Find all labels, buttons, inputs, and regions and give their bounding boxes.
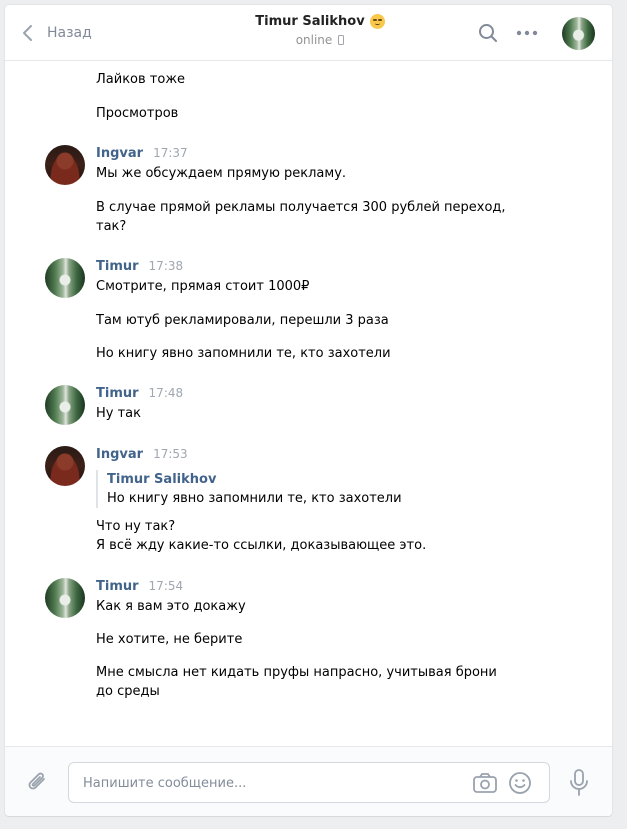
message-input[interactable]: [83, 773, 453, 793]
reply-author: Timur Salikhov: [107, 472, 217, 487]
avatar[interactable]: [45, 258, 85, 298]
chat-header: Назад Timur Salikhov online: [5, 5, 612, 61]
search-button[interactable]: [476, 21, 500, 45]
message-text: Как я вам это докажу: [96, 599, 246, 614]
more-horizontal-icon: [516, 30, 538, 36]
chat-window: Назад Timur Salikhov online Лайков тоже …: [5, 5, 612, 816]
avatar[interactable]: [45, 578, 85, 618]
peer-status: online: [295, 33, 333, 47]
emoji-button[interactable]: [508, 771, 532, 795]
message-time[interactable]: 17:54: [149, 579, 184, 593]
peer-avatar[interactable]: [562, 17, 595, 50]
author-line: Timur 17:38: [96, 259, 183, 277]
author-line: Ingvar 17:53: [96, 447, 188, 465]
attach-button[interactable]: [25, 769, 51, 795]
peer-info[interactable]: Timur Salikhov online: [185, 14, 455, 48]
message-text: Ну так: [96, 406, 141, 421]
message-text: Мы же обсуждаем прямую рекламу.: [96, 166, 347, 181]
message-text: Что ну так? Я всё жду какие-то ссылки, д…: [96, 519, 427, 553]
author-name[interactable]: Ingvar: [96, 447, 143, 462]
smile-icon: [509, 772, 531, 794]
author-line: Timur 17:54: [96, 579, 183, 597]
message-time[interactable]: 17:48: [149, 386, 184, 400]
smirk-emoji-icon: [369, 14, 385, 29]
message-input-wrap: [68, 762, 550, 803]
author-line: Timur 17:48: [96, 386, 183, 404]
more-button[interactable]: [515, 21, 539, 45]
camera-icon: [473, 773, 497, 793]
camera-button[interactable]: [472, 771, 498, 795]
avatar[interactable]: [45, 446, 85, 486]
message-text: Там ютуб рекламировали, перешли 3 раза: [96, 313, 389, 328]
message-time[interactable]: 17:37: [153, 146, 188, 160]
message-time[interactable]: 17:38: [149, 259, 184, 273]
chevron-left-icon: [23, 25, 32, 41]
message-text: Но книгу явно запомнили те, кто захотели: [96, 346, 391, 361]
reply-quote[interactable]: Timur Salikhov Но книгу явно запомнили т…: [96, 470, 516, 508]
avatar[interactable]: [45, 385, 85, 425]
message-text: Просмотров: [96, 106, 179, 121]
back-label: Назад: [47, 25, 92, 41]
message-composer: [5, 746, 612, 816]
message-text: Лайков тоже: [96, 72, 186, 87]
microphone-icon: [570, 769, 588, 796]
author-name[interactable]: Timur: [96, 259, 139, 274]
peer-name: Timur Salikhov: [255, 14, 365, 29]
avatar[interactable]: [45, 145, 85, 185]
author-name[interactable]: Timur: [96, 579, 139, 594]
peer-name-line: Timur Salikhov: [255, 14, 385, 29]
message-text: В случае прямой рекламы получается 300 р…: [96, 200, 506, 234]
message-text: Смотрите, прямая стоит 1000₽: [96, 279, 310, 294]
message-history: Лайков тоже Просмотров Ingvar 17:37 Мы ж…: [5, 62, 612, 745]
message-text: Мне смысла нет кидать пруфы напрасно, уч…: [96, 665, 497, 699]
paperclip-icon: [28, 772, 45, 790]
author-line: Ingvar 17:37: [96, 146, 188, 164]
peer-status-line: online: [296, 33, 345, 47]
message-time[interactable]: 17:53: [153, 447, 188, 461]
back-button[interactable]: Назад: [21, 22, 92, 44]
mobile-phone-icon: [338, 35, 345, 45]
author-name[interactable]: Ingvar: [96, 146, 143, 161]
search-icon: [479, 24, 497, 42]
reply-text: Но книгу явно запомнили те, кто захотели: [107, 491, 402, 506]
author-name[interactable]: Timur: [96, 386, 139, 401]
message-text: Не хотите, не берите: [96, 632, 243, 647]
voice-message-button[interactable]: [567, 768, 591, 798]
